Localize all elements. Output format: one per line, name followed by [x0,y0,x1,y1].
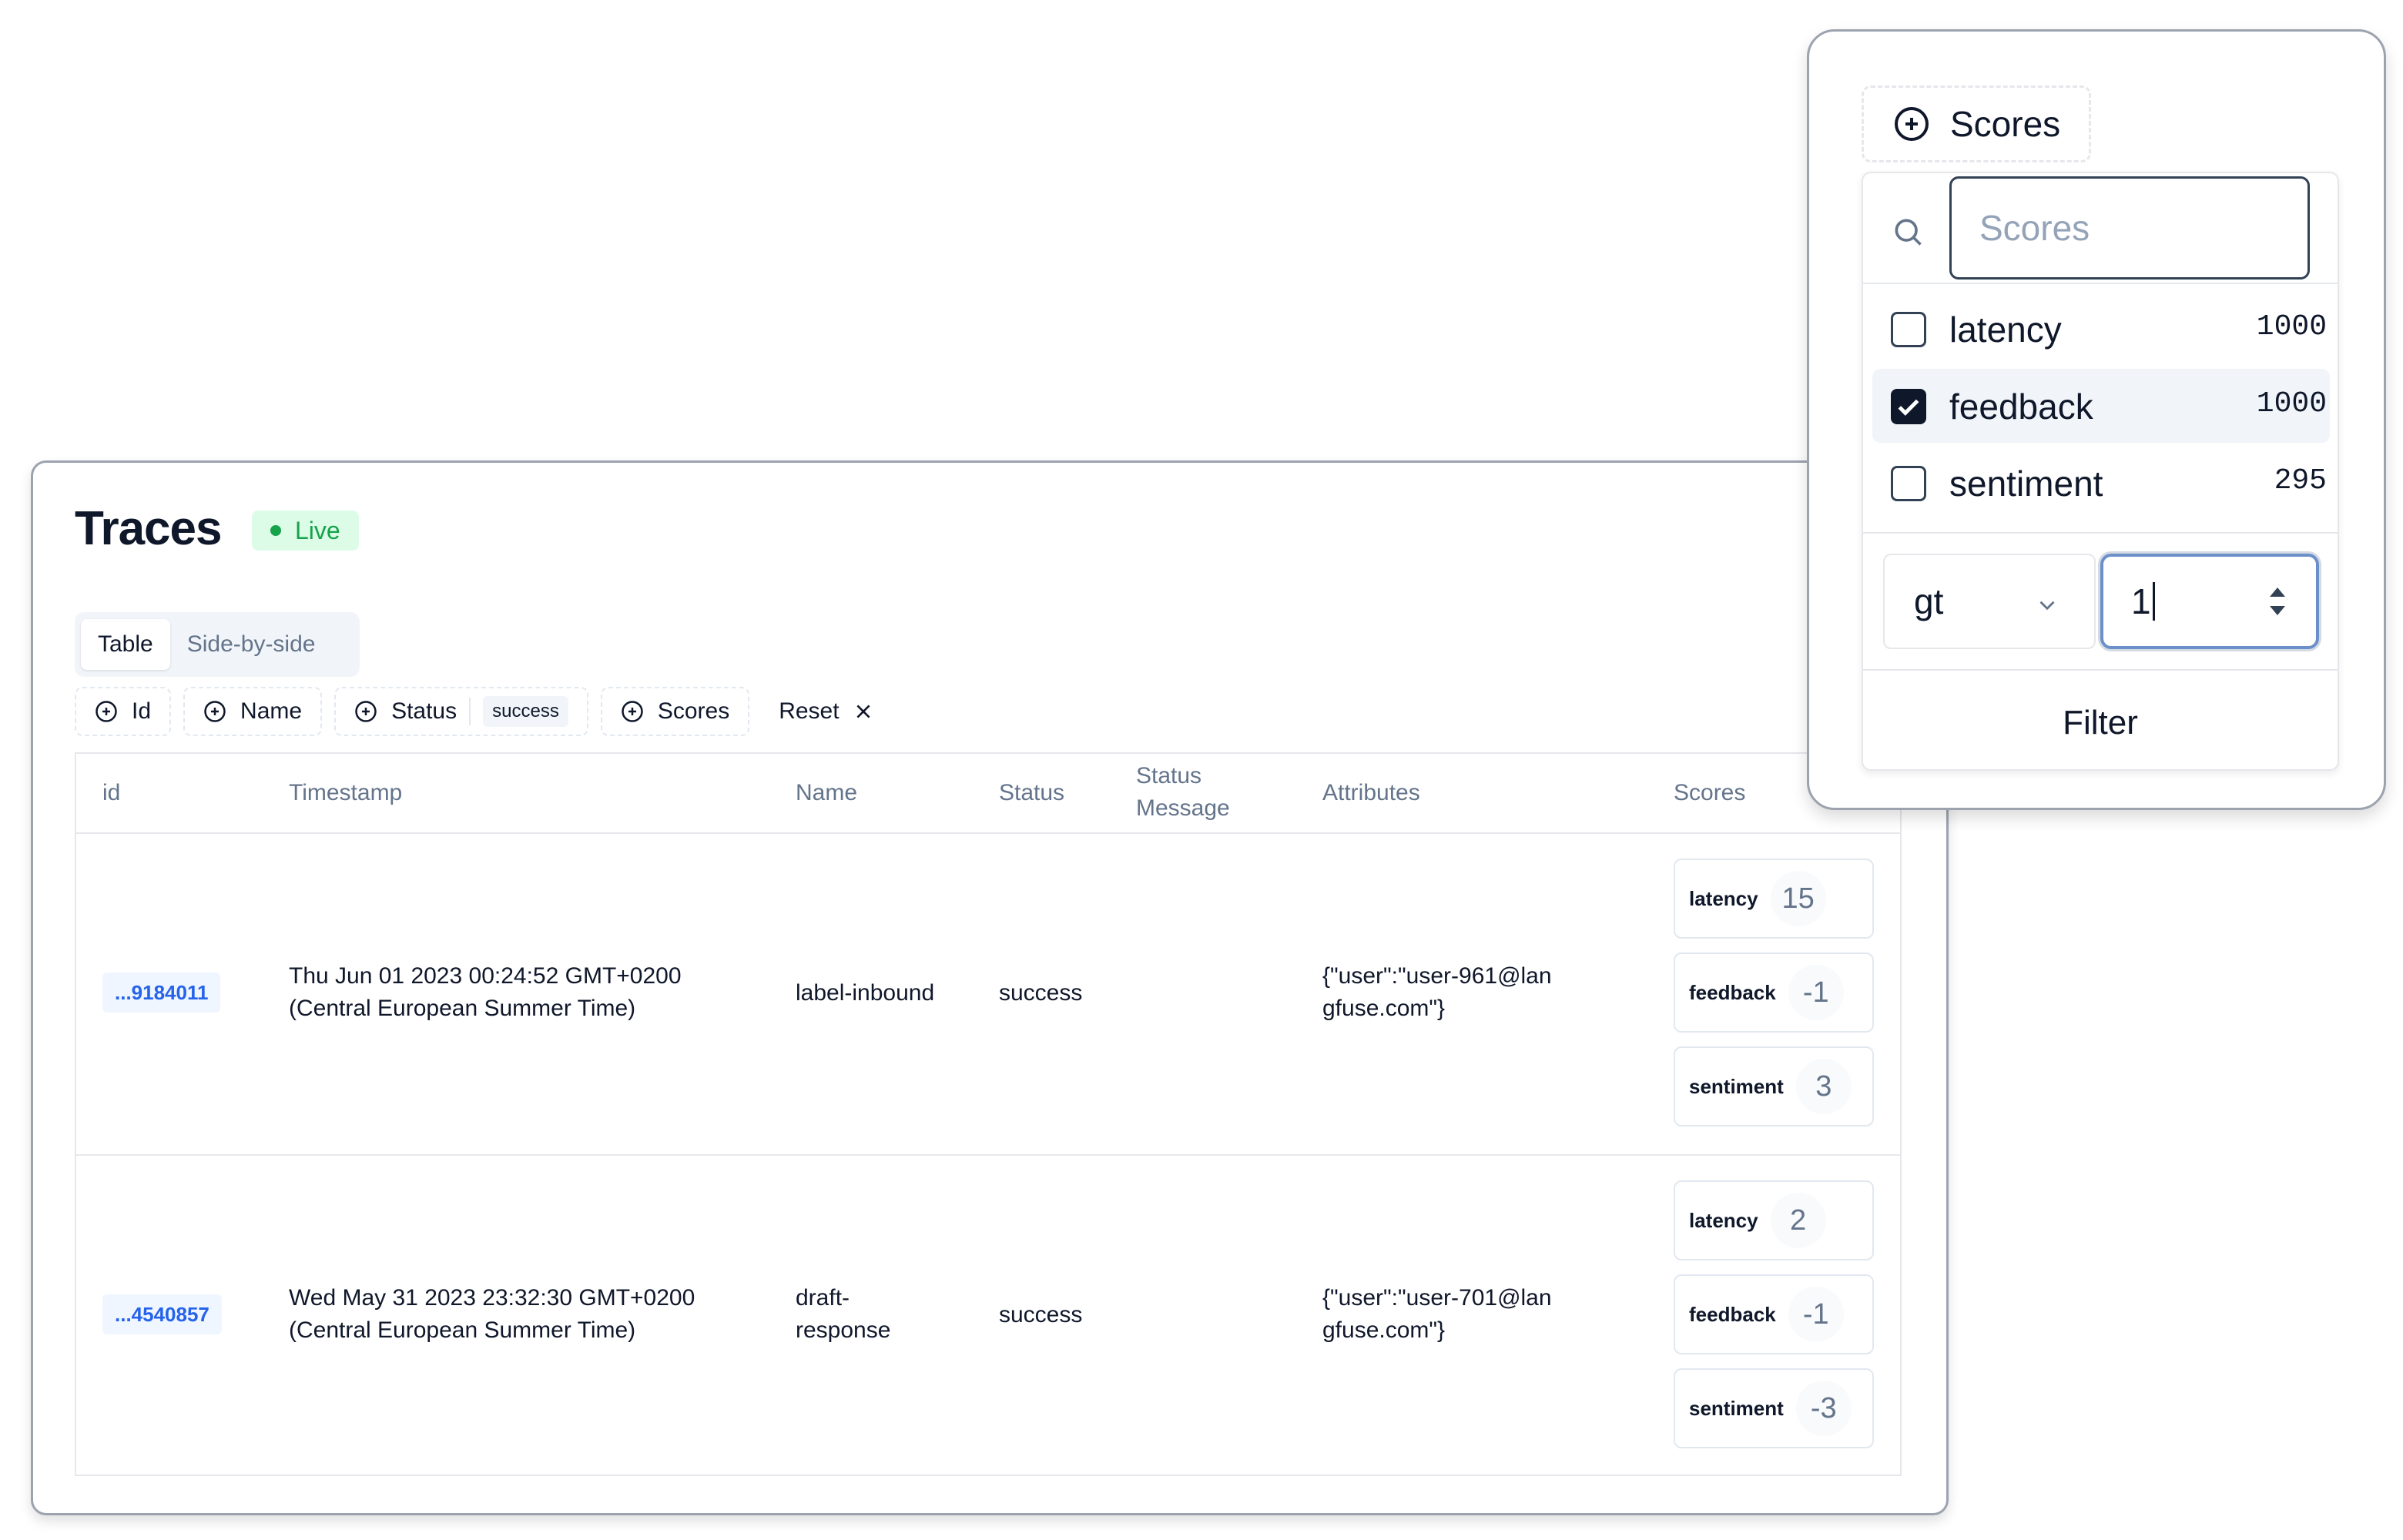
filter-name-button[interactable]: Name [183,687,323,736]
traces-table: id Timestamp Name Status Status Message … [75,752,1902,1476]
score-value: -1 [1788,965,1844,1020]
score-chip: feedback -1 [1674,952,1874,1033]
filter-name-label: Name [240,698,303,724]
chevron-down-icon [2039,601,2055,611]
col-scores[interactable]: Scores [1674,777,1745,809]
live-label: Live [295,516,340,544]
score-option-latency[interactable]: latency 1000 [1872,292,2330,366]
page-title: Traces [75,502,223,555]
filter-scores-label: Scores [657,698,730,724]
score-value: 15 [1770,871,1826,926]
score-name: sentiment [1689,1396,1784,1420]
timestamp-cell: Wed May 31 2023 23:32:30 GMT+0200 (Centr… [289,1285,695,1343]
score-name: sentiment [1689,1074,1784,1098]
search-icon [1895,219,1922,246]
traces-card: Traces Live Table Side-by-side Id Name S… [31,460,1949,1515]
score-value: -3 [1795,1381,1852,1436]
table-row[interactable]: ...4540857 Wed May 31 2023 23:32:30 GMT+… [76,1154,1900,1476]
scores-trigger-label: Scores [1950,104,2061,144]
operator-value: gt [1914,581,1944,621]
score-value: -1 [1788,1287,1844,1342]
plus-circle-icon [204,701,226,722]
option-count: 1000 [2256,310,2327,343]
filter-bar: Id Name Status success Scores Reset [75,686,890,737]
divider [1863,283,2338,284]
col-attributes[interactable]: Attributes [1322,777,1420,809]
col-status-message[interactable]: Status Message [1136,760,1244,825]
check-icon [1898,399,1919,416]
plus-circle-icon [96,701,117,722]
scores-filter-trigger[interactable]: Scores [1862,85,2091,162]
checkbox-checked[interactable] [1891,389,1926,424]
filter-status-label: Status [391,698,457,724]
col-id[interactable]: id [102,777,120,809]
table-row[interactable]: ...9184011 Thu Jun 01 2023 00:24:52 GMT+… [76,832,1900,1156]
reset-label: Reset [779,698,840,724]
option-label: latency [1949,310,2062,350]
col-status[interactable]: Status [999,777,1064,809]
filter-separator [469,698,471,725]
name-cell: label-inbound [796,980,935,1006]
score-chip: latency 2 [1674,1180,1874,1260]
spinner-arrows-icon[interactable] [2267,583,2288,620]
table-header: id Timestamp Name Status Status Message … [76,754,1900,834]
status-cell: success [999,980,1083,1006]
filter-status-button[interactable]: Status success [334,687,588,736]
attributes-cell: {"user":"user-701@langfuse.com"} [1322,1285,1552,1343]
tab-table[interactable]: Table [81,619,170,670]
scores-dropdown-panel: latency 1000 feedback 1000 sentiment 295… [1862,172,2339,771]
divider [1863,669,2338,671]
live-badge: Live [252,511,359,551]
score-name: feedback [1689,1302,1776,1326]
checkbox[interactable] [1891,466,1926,501]
reset-button[interactable]: Reset [762,687,890,736]
timestamp-cell: Thu Jun 01 2023 00:24:52 GMT+0200 (Centr… [289,963,682,1021]
filter-status-value: success [483,696,568,727]
trace-id-link[interactable]: ...4540857 [102,1294,222,1334]
plus-circle-icon [622,701,643,722]
score-option-feedback[interactable]: feedback 1000 [1872,369,2330,443]
live-dot-icon [270,525,281,536]
score-chip: feedback -1 [1674,1274,1874,1354]
col-timestamp[interactable]: Timestamp [289,777,402,809]
score-value: 2 [1770,1193,1826,1248]
checkbox[interactable] [1891,312,1926,347]
divider [1863,532,2338,534]
score-option-sentiment[interactable]: sentiment 295 [1872,446,2330,520]
filter-id-button[interactable]: Id [75,687,172,736]
filter-scores-button[interactable]: Scores [600,687,750,736]
score-chip: latency 15 [1674,859,1874,939]
status-cell: success [999,1302,1083,1327]
score-value-text: 1 [2131,581,2151,621]
option-label: feedback [1949,387,2093,427]
score-chip: sentiment 3 [1674,1046,1874,1127]
col-name[interactable]: Name [796,777,857,809]
plus-circle-icon [355,701,377,722]
option-label: sentiment [1949,464,2103,504]
option-count: 1000 [2256,387,2327,420]
operator-select[interactable]: gt [1883,554,2096,649]
score-chip: sentiment -3 [1674,1368,1874,1448]
option-count: 295 [2274,464,2327,497]
score-name: feedback [1689,980,1776,1004]
view-tabs: Table Side-by-side [75,612,360,677]
score-value: 3 [1795,1059,1852,1114]
trace-id-link[interactable]: ...9184011 [102,973,221,1013]
filter-id-label: Id [132,698,152,724]
name-cell: draft-response [796,1285,891,1343]
score-name: latency [1689,886,1758,910]
x-icon [856,705,870,718]
attributes-cell: {"user":"user-961@langfuse.com"} [1322,963,1552,1021]
plus-circle-icon [1895,107,1929,141]
scores-search-input[interactable] [1949,176,2310,280]
tab-side-by-side[interactable]: Side-by-side [170,619,333,670]
text-caret [2152,582,2155,621]
scores-filter-popover-card: Scores latency 1000 feedback 1000 sentim… [1807,29,2386,810]
apply-filter-button[interactable]: Filter [1863,678,2338,768]
score-name: latency [1689,1208,1758,1232]
score-value-input[interactable]: 1 [2100,554,2319,649]
